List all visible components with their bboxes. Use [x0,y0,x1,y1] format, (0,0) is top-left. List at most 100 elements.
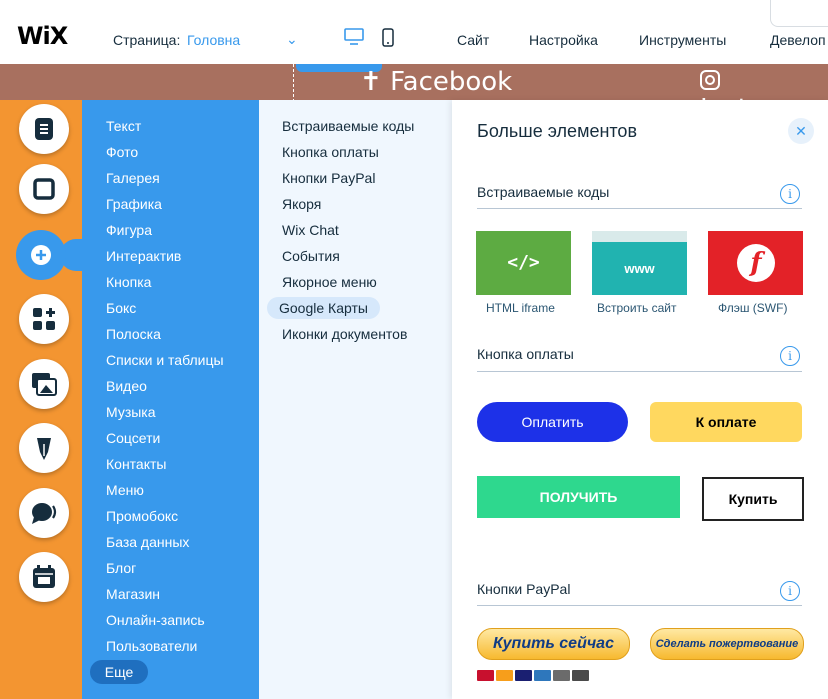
subcategory-item[interactable]: Якорное меню [282,274,377,290]
category-item[interactable]: Интерактив [106,248,181,264]
category-item[interactable]: Галерея [106,170,160,186]
category-item[interactable]: Соцсети [106,430,160,446]
subcategory-item[interactable]: Кнопка оплаты [282,144,379,160]
category-item[interactable]: Блог [106,560,136,576]
facebook-link[interactable]: ✝ Facebook [360,67,512,97]
facebook-icon: ✝ [360,67,382,97]
subcategory-item[interactable]: Якоря [282,196,321,212]
code-icon: </> [507,252,540,273]
info-icon[interactable]: i [780,184,800,204]
section-title-embed: Встраиваемые коды [477,184,610,200]
pen-icon [37,438,51,460]
subcategory-item[interactable]: Wix Chat [282,222,339,238]
subcategory-item[interactable]: Встраиваемые коды [282,118,414,134]
category-item[interactable]: Кнопка [106,274,151,290]
section-divider [477,371,802,372]
pay-button-outline[interactable]: Купить [702,477,804,521]
category-item[interactable]: Контакты [106,456,166,472]
subcategory-item[interactable]: События [282,248,340,264]
chevron-down-icon[interactable]: ⌄ [286,31,298,48]
rail-box-button[interactable] [19,164,69,214]
category-item[interactable]: Фигура [106,222,152,238]
more-categories-button[interactable]: Еще [90,660,148,684]
category-item[interactable]: Меню [106,482,144,498]
category-item[interactable]: Полоска [106,326,161,342]
wix-logo[interactable]: WiX [17,22,68,50]
menu-dev[interactable]: Девелоп [770,32,826,48]
mastercard-icon [477,670,494,681]
category-item[interactable]: База данных [106,534,189,550]
media-icon [32,373,57,396]
chat-icon [32,503,57,524]
flash-icon: f [737,244,775,282]
rail-bookings-button[interactable] [19,552,69,602]
amex-icon [534,670,551,681]
box-icon [33,178,55,200]
page-label: Страница: [113,32,181,48]
panel-title: Больше элементов [477,121,638,141]
menu-tools[interactable]: Инструменты [639,32,726,48]
thumb-caption: Встроить сайт [597,301,677,315]
thumb-caption: HTML iframe [486,301,555,315]
subcategory-item[interactable]: Иконки документов [282,326,407,342]
calendar-icon [33,565,55,588]
close-icon[interactable]: ✕ [788,118,814,144]
browser-bar [592,231,687,242]
paypal-donate-button[interactable]: Сделать пожертвование [650,628,804,660]
category-item[interactable]: Графика [106,196,162,212]
apps-icon [33,308,55,330]
desktop-icon[interactable] [344,28,364,46]
category-item[interactable]: Видео [106,378,147,394]
pay-button-yellow[interactable]: К оплате [650,402,802,442]
menu-settings[interactable]: Настройка [529,32,598,48]
instagram-icon [700,69,720,90]
rail-media-button[interactable] [19,359,69,409]
rail-blog-button[interactable] [19,423,69,473]
add-icon [31,245,51,265]
section-title-payment: Кнопка оплаты [477,346,574,362]
more-elements-panel: Больше элементов ✕ Встраиваемые коды i <… [452,100,828,699]
corner-tab [770,0,828,27]
visa-icon [515,670,532,681]
category-item[interactable]: Списки и таблицы [106,352,224,368]
category-list: Текст Фото Галерея Графика Фигура Интера… [82,100,259,699]
editor-topbar: WiX Страница: Головна ⌄ Сайт Настройка И… [0,0,828,65]
subcategory-list: Встраиваемые коды Кнопка оплаты Кнопки P… [259,100,452,699]
rail-apps-button[interactable] [19,294,69,344]
section-divider [477,605,802,606]
category-item[interactable]: Текст [106,118,141,134]
rail-chat-button[interactable] [19,488,69,538]
thumb-caption: Флэш (SWF) [718,301,788,315]
category-item[interactable]: Бокс [106,300,136,316]
card-logos [477,670,589,682]
info-icon[interactable]: i [780,581,800,601]
subcategory-item[interactable]: Кнопки PayPal [282,170,375,186]
page-selector[interactable]: Головна [187,32,240,48]
flash-thumb[interactable]: f [708,231,803,295]
mobile-icon[interactable] [382,28,394,48]
add-panel-rail [0,100,82,699]
category-item[interactable]: Промобокс [106,508,178,524]
discover-icon [553,670,570,681]
html-iframe-thumb[interactable]: </> [476,231,571,295]
facebook-label: Facebook [390,67,513,97]
rail-text-button[interactable] [19,104,69,154]
pay-button-blue[interactable]: Оплатить [477,402,628,442]
rail-add-button[interactable] [16,230,66,280]
menu-site[interactable]: Сайт [457,32,489,48]
embed-site-thumb[interactable]: www [592,231,687,295]
bank-icon [572,670,589,681]
category-item[interactable]: Пользователи [106,638,197,654]
maestro-icon [496,670,513,681]
section-title-paypal: Кнопки PayPal [477,581,571,597]
category-item[interactable]: Онлайн-запись [106,612,205,628]
subcategory-item-selected[interactable]: Google Карты [267,297,380,319]
pay-button-green[interactable]: ПОЛУЧИТЬ [477,476,680,518]
category-item[interactable]: Магазин [106,586,160,602]
info-icon[interactable]: i [780,346,800,366]
category-item[interactable]: Фото [106,144,138,160]
text-icon [35,118,53,140]
category-item[interactable]: Музыка [106,404,156,420]
www-icon: www [624,261,655,276]
paypal-buy-now-button[interactable]: Купить сейчас [477,628,630,660]
